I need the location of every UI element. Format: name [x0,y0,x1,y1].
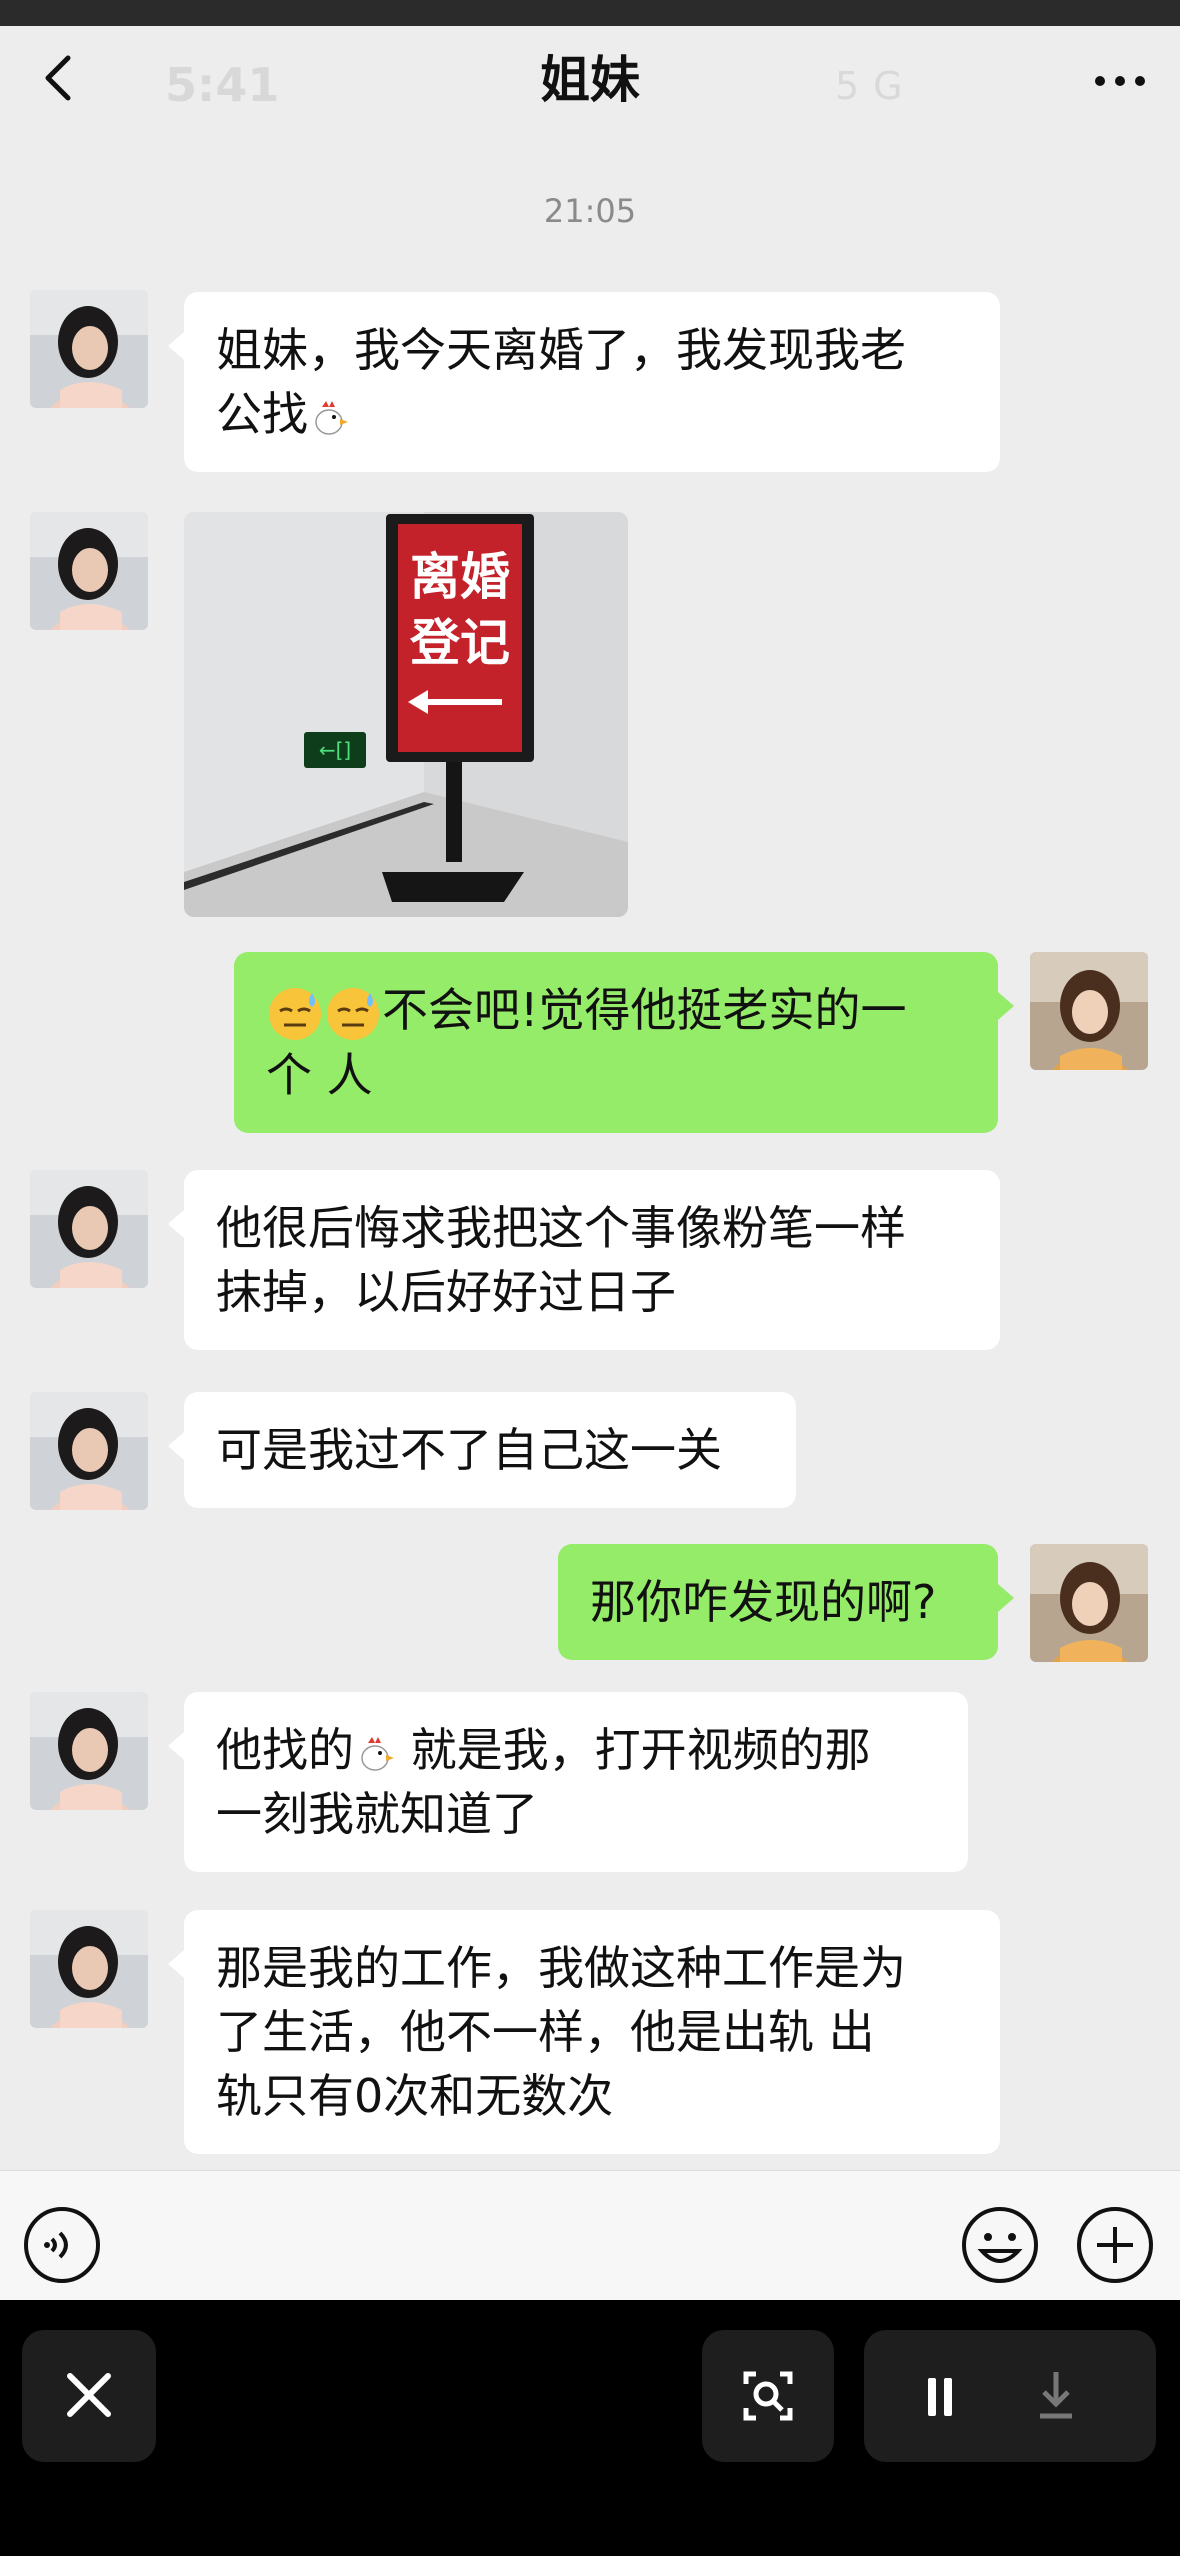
voice-icon[interactable] [22,2205,102,2285]
message-text: 那你咋发现的啊? [590,1575,937,1629]
message-bubble-incoming[interactable]: 他找的 就是我，打开视频的那 一刻我就知道了 [168,1692,968,1872]
download-icon[interactable] [1010,2330,1156,2462]
message-bubble-incoming[interactable]: 可是我过不了自己这一关 [168,1392,796,1508]
contact-avatar[interactable] [30,1170,148,1288]
message-text: 一刻我就知道了 [216,1787,538,1841]
chat-title: 姐妹 [540,51,640,109]
message-text: 了生活，他不一样，他是出轨 出 [216,2005,875,2059]
sweat-face-icon [327,987,379,1040]
scan-icon [743,2371,793,2421]
close-button[interactable] [22,2330,156,2462]
sign-text-top: 离婚 [410,548,510,606]
message-bubble-incoming[interactable]: 那是我的工作，我做这种工作是为 了生活，他不一样，他是出轨 出 轨只有0次和无数… [168,1910,1000,2154]
contact-avatar[interactable] [30,512,148,630]
top-dark-strip [0,0,1180,26]
message-text: 可是我过不了自己这一关 [216,1423,722,1477]
emoji-icon[interactable] [960,2205,1040,2285]
contact-avatar[interactable] [30,290,148,408]
chicken-icon [361,1736,394,1771]
chicken-icon [315,400,348,435]
pause-icon[interactable] [864,2330,1010,2462]
plus-icon[interactable] [1075,2205,1155,2285]
message-text: 那是我的工作，我做这种工作是为 [216,1941,906,1995]
message-bubble-incoming[interactable]: 他很后悔求我把这个事像粉笔一样 抹掉，以后好好过日子 [168,1170,1000,1350]
contact-avatar[interactable] [30,1392,148,1510]
message-bubble-outgoing[interactable]: 不会吧!觉得他挺老实的一 个 人 [234,952,1014,1133]
sign-text-bottom: 登记 [409,614,510,672]
image-message[interactable]: ←[] 离婚 登记 [184,512,628,917]
message-text: 个 人 [266,1047,373,1102]
contact-avatar[interactable] [30,1692,148,1810]
chat-header: 5:41 姐妹 5G [0,26,1180,136]
message-text: 姐妹，我今天离婚了，我发现我老 [216,323,906,377]
status-signal: 5G [835,64,917,108]
message-text: 他找的 就是我，打开视频的那 [216,1723,871,1777]
my-avatar[interactable] [1030,1544,1148,1662]
message-bubble-incoming[interactable]: 姐妹，我今天离婚了，我发现我老 公找 [168,292,1000,472]
message-text: 不会吧!觉得他挺老实的一 [266,978,966,1043]
message-bubble-outgoing[interactable]: 那你咋发现的啊? [558,1544,1014,1660]
message-text: 轨只有0次和无数次 [216,2069,614,2123]
contact-avatar[interactable] [30,1910,148,2028]
message-timestamp: 21:05 [543,192,637,230]
sweat-face-icon [269,987,321,1040]
close-icon [67,2373,111,2417]
pause-download-group [864,2330,1156,2462]
my-avatar[interactable] [1030,952,1148,1070]
exit-sign-label: ←[] [319,738,351,762]
message-text: 公找 [216,382,968,446]
message-text: 他很后悔求我把这个事像粉笔一样 [216,1201,906,1255]
scan-button[interactable] [702,2330,834,2462]
more-dots-icon[interactable] [1085,56,1155,106]
message-text: 抹掉，以后好好过日子 [216,1265,676,1319]
